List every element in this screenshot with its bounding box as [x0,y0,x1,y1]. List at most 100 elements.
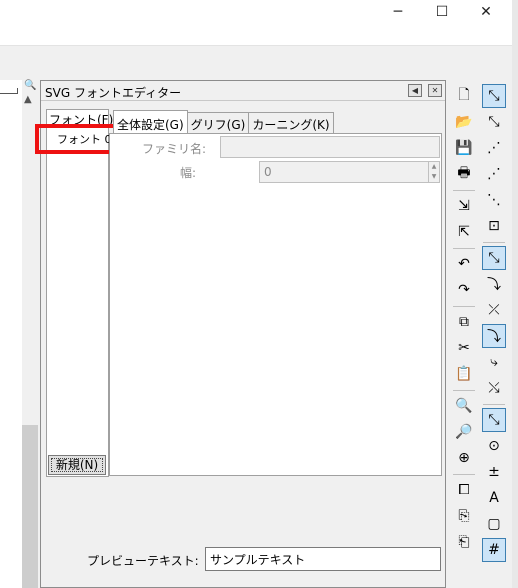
snap-path-button[interactable]: ⤵ [482,272,506,296]
commands-toolbar: 🗋 📂 💾 🖶 ⇲ ⇱ ↶ ↷ ⧉ ✂ 📋 🔍 🔎 ⊕ ⧠ ⎘ ⎗ [450,80,478,588]
copy-button[interactable]: ⧉ [452,310,476,334]
import-button[interactable]: ⇲ [452,194,476,218]
snap-smooth-node-button[interactable]: ⤷ [482,350,506,374]
unlink-clone-icon: ⎗ [458,534,470,550]
snap-bbox-center-button[interactable]: ⊡ [482,214,506,238]
zoom-icon[interactable]: 🔍 [24,80,36,91]
duplicate-icon: ⧠ [458,482,470,498]
snap-cusp-node-icon: ⤵ [487,329,501,345]
close-button[interactable]: ✕ [464,0,508,24]
window-titlebar: ─ ☐ ✕ [0,0,518,24]
zoom-drawing-icon: 🔎 [455,424,473,440]
snap-page-border-icon: ▢ [487,516,501,532]
canvas-vertical-scrollbar[interactable]: 🔍 ▲ [22,80,38,588]
snap-path-intersection-icon: ⤫ [488,302,500,318]
snap-path-icon: ⤵ [487,277,501,293]
export-button[interactable]: ⇱ [452,220,476,244]
ruler-tick [0,88,18,94]
cut-icon: ✂ [458,340,470,356]
panel-title: SVG フォントエディター [45,86,182,100]
snap-bbox-corner-button[interactable]: ⋰ [482,162,506,186]
preview-text-input[interactable]: サンプルテキスト [205,547,441,571]
focus-ring [51,458,103,472]
toolbar-separator [453,390,475,391]
snap-bbox-midpoint-button[interactable]: ⋱ [482,188,506,212]
tab-content: ファミリ名: 幅: 0 ▲ ▼ [109,133,442,476]
minimize-button[interactable]: ─ [376,0,420,24]
snap-nodes-button[interactable]: ⤡ [482,246,506,270]
toolbar-separator [483,404,505,405]
redo-button[interactable]: ↷ [452,278,476,302]
snap-nodes-icon: ⤡ [488,250,500,266]
open-folder-button[interactable]: 📂 [452,110,476,134]
snap-rotation-center-button[interactable]: ± [482,460,506,484]
snap-line-midpoint-button[interactable]: ⤯ [482,376,506,400]
preview-text-label: プレビューテキスト: [87,554,199,568]
open-folder-icon: 📂 [455,114,473,130]
paste-icon: 📋 [455,366,473,382]
close-icon: ✕ [480,4,492,20]
new-font-button[interactable]: 新規(N) [48,455,106,475]
snap-enable-icon: ⤡ [488,88,500,104]
snap-text-baseline-button[interactable]: A [482,486,506,510]
toolbar-separator [483,242,505,243]
snap-path-intersection-button[interactable]: ⤫ [482,298,506,322]
window-scrollbar[interactable] [512,0,518,588]
panel-header: SVG フォントエディター ◀ ✕ [41,81,445,101]
zoom-page-button[interactable]: ⊕ [452,446,476,470]
font-list[interactable]: フォント(F) フォント 0 [35,109,119,477]
clone-icon: ⎘ [458,508,470,524]
close-icon: ✕ [431,86,439,95]
zoom-selection-button[interactable]: 🔍 [452,394,476,418]
tab-global-settings[interactable]: 全体設定(G) [113,110,188,133]
panel-close-button[interactable]: ✕ [428,84,442,97]
snap-bbox-center-icon: ⊡ [488,218,500,234]
zoom-page-icon: ⊕ [458,450,470,466]
snap-enable-button[interactable]: ⤡ [482,84,506,108]
snap-bbox-button[interactable]: ⤡ [482,110,506,134]
unlink-clone-button[interactable]: ⎗ [452,530,476,554]
tab-kerning[interactable]: カーニング(K) [248,112,334,133]
menu-strip [0,24,512,46]
zoom-selection-icon: 🔍 [455,398,473,414]
tab-glyphs[interactable]: グリフ(G) [186,112,250,133]
width-value: 0 [264,165,272,179]
spin-buttons[interactable]: ▲ ▼ [428,162,439,182]
panel-iconify-button[interactable]: ◀ [408,84,422,97]
width-label: 幅: [180,166,197,180]
snap-grid-button[interactable]: # [482,538,506,562]
width-spinbox[interactable]: 0 ▲ ▼ [259,161,440,183]
family-name-field[interactable] [220,136,440,158]
snap-line-midpoint-icon: ⤯ [488,380,500,396]
snap-toolbar: ⤡ ⤡ ⋰ ⋰ ⋱ ⊡ ⤡ ⤵ ⤫ ⤵ ⤷ ⤯ ⤡ ⊙ ± A ▢ # [480,80,510,588]
snap-page-border-button[interactable]: ▢ [482,512,506,536]
save-button[interactable]: 💾 [452,136,476,160]
snap-others-icon: ⤡ [488,412,500,428]
undo-button[interactable]: ↶ [452,252,476,276]
canvas-area[interactable] [0,80,22,588]
scroll-up-icon[interactable]: ▲ [24,94,32,105]
highlight-box [35,124,119,154]
undo-icon: ↶ [458,256,470,272]
snap-others-button[interactable]: ⤡ [482,408,506,432]
toolbar-separator [453,306,475,307]
snap-bbox-edge-button[interactable]: ⋰ [482,136,506,160]
paste-button[interactable]: 📋 [452,362,476,386]
save-icon: 💾 [455,140,473,156]
snap-grid-icon: # [488,542,500,558]
family-name-label: ファミリ名: [142,142,207,156]
snap-cusp-node-button[interactable]: ⤵ [482,324,506,348]
iconify-icon: ◀ [411,86,419,95]
scrollbar-thumb[interactable] [22,425,38,588]
cut-button[interactable]: ✂ [452,336,476,360]
new-document-button[interactable]: 🗋 [452,84,476,108]
clone-button[interactable]: ⎘ [452,504,476,528]
snap-bbox-icon: ⤡ [488,114,500,130]
toolbar-separator [453,474,475,475]
duplicate-button[interactable]: ⧠ [452,478,476,502]
zoom-drawing-button[interactable]: 🔎 [452,420,476,444]
print-button[interactable]: 🖶 [452,162,476,186]
new-document-icon: 🗋 [458,87,470,103]
snap-object-center-button[interactable]: ⊙ [482,434,506,458]
maximize-button[interactable]: ☐ [420,0,464,24]
